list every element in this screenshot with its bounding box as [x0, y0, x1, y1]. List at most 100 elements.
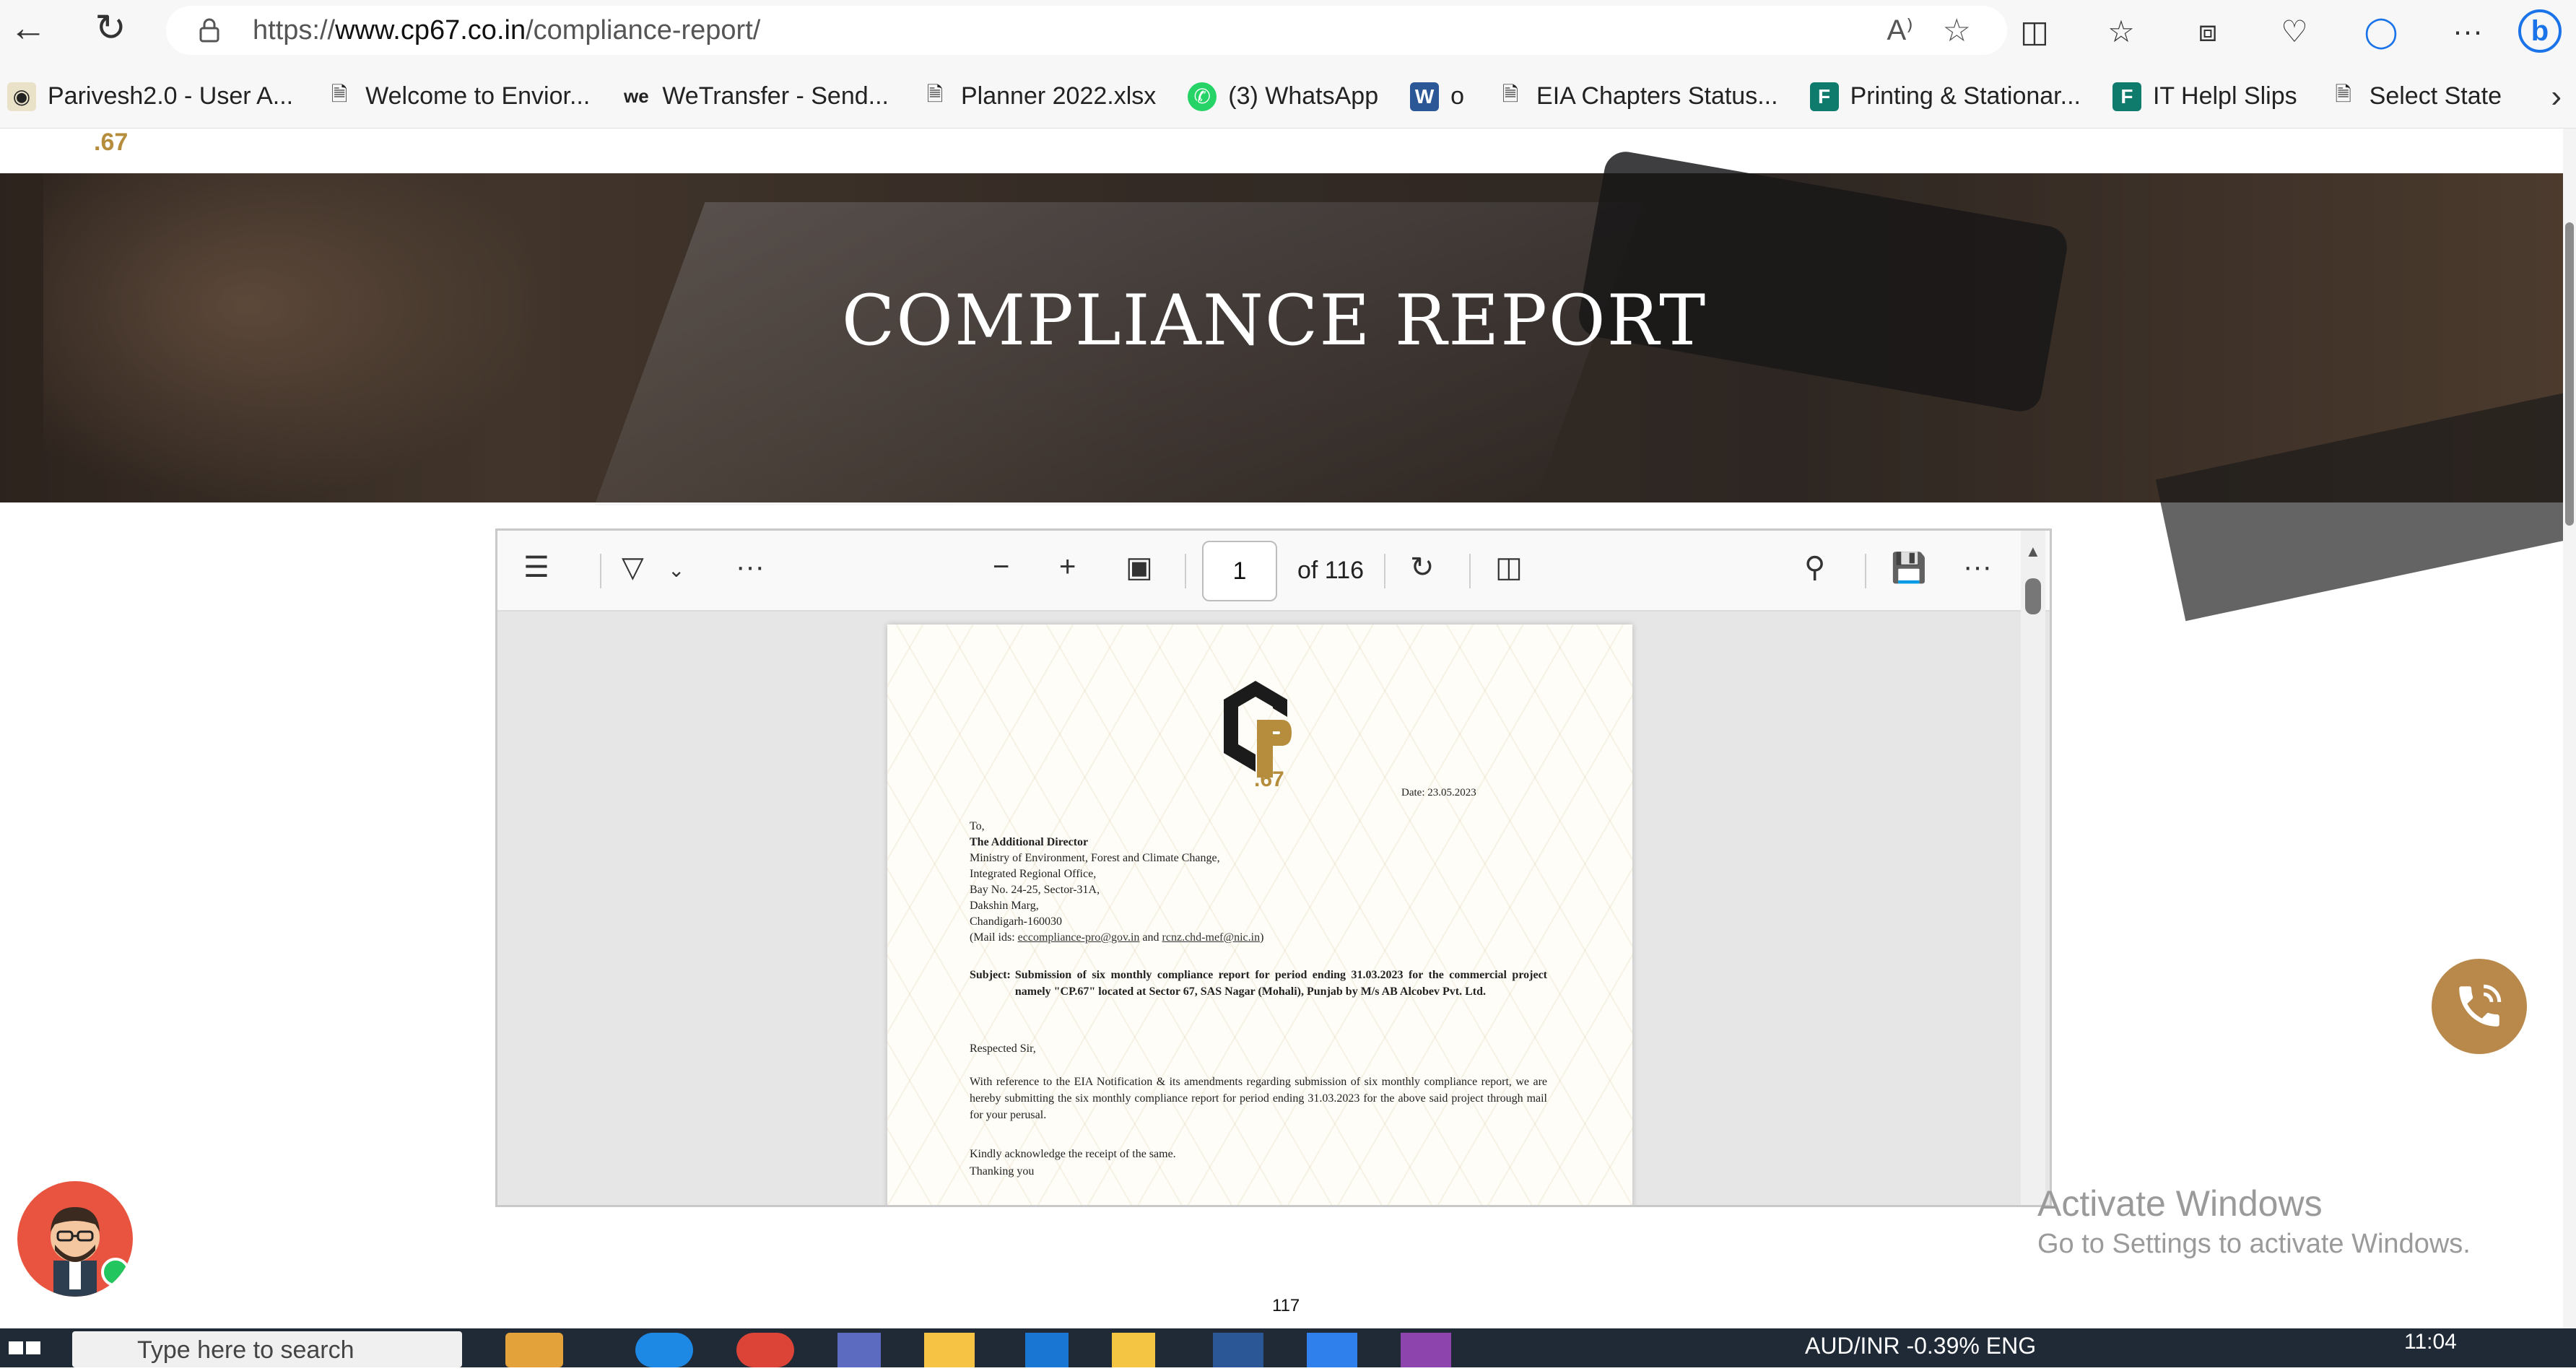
page-icon: 🗎: [2335, 82, 2351, 105]
bookmark-word[interactable]: Wo: [1410, 82, 1464, 111]
search-icon[interactable]: ⚲: [1804, 551, 1825, 584]
edge-icon[interactable]: ◯: [2338, 14, 2424, 49]
address-bar[interactable]: https://www.cp67.co.in/compliance-report…: [166, 6, 2007, 55]
address-line: Integrated Regional Office,: [970, 868, 1097, 880]
email-link[interactable]: rcnz.chd-mef@nic.in: [1162, 931, 1261, 944]
bookmark-label: EIA Chapters Status...: [1536, 82, 1778, 110]
chevron-right-icon[interactable]: ›: [2551, 79, 2562, 115]
bookmark-wetransfer[interactable]: we WeTransfer - Send...: [622, 82, 889, 111]
page-title: COMPLIANCE REPORT: [841, 280, 1707, 361]
bookmark-it-help[interactable]: F IT Helpl Slips: [2112, 82, 2297, 111]
call-button[interactable]: [2432, 959, 2527, 1054]
briefcase-icon[interactable]: [505, 1333, 563, 1367]
more-icon[interactable]: ···: [2424, 14, 2511, 48]
whatsapp-icon: ✆: [1188, 82, 1217, 111]
letter-thanks: Thanking you: [970, 1165, 1035, 1178]
toolbar-icons: ◫ ☆ ⧈ ♡ ◯ ··· b: [1991, 6, 2562, 56]
chevron-down-icon[interactable]: ⌄: [668, 558, 684, 582]
email-link[interactable]: eccompliance-pro@gov.in: [1018, 931, 1140, 944]
bookmark-select-state[interactable]: 🗎 Select State: [2329, 82, 2502, 111]
browser-essentials-icon[interactable]: ♡: [2251, 14, 2338, 49]
browser-toolbar: ← ↻ https://www.cp67.co.in/compliance-re…: [0, 0, 2576, 65]
taskbar-search-input[interactable]: Type here to search: [72, 1331, 462, 1367]
taskbar-clock[interactable]: 11:04: [2404, 1330, 2457, 1354]
bookmark-label: Select State: [2369, 82, 2502, 110]
app-icon[interactable]: [1401, 1333, 1451, 1367]
save-icon[interactable]: 💾: [1891, 551, 1927, 585]
pdf-toolbar: ☰ ▽ ⌄ ··· − + ▣ 1 of 116 ↻ ◫ ⚲ 💾 ···: [497, 531, 2050, 611]
letter-body: With reference to the EIA Notification &…: [970, 1076, 1547, 1121]
letter-date: Date: 23.05.2023: [1401, 787, 1476, 798]
bookmark-parivesh[interactable]: ◉ Parivesh2.0 - User A...: [7, 82, 293, 111]
highlight-icon[interactable]: ▽: [622, 551, 644, 584]
bookmark-printing[interactable]: F Printing & Stationar...: [1809, 82, 2081, 111]
bookmark-label: Planner 2022.xlsx: [960, 82, 1157, 110]
page-view-icon[interactable]: ◫: [1495, 551, 1523, 584]
toolbar-divider: [1865, 554, 1866, 588]
bookmark-eia[interactable]: 🗎 EIA Chapters Status...: [1496, 82, 1778, 111]
file-explorer-icon[interactable]: [924, 1333, 975, 1367]
forms-icon: F: [1809, 82, 1839, 111]
edge-browser-icon[interactable]: [635, 1333, 693, 1367]
zoom-out-icon[interactable]: −: [993, 551, 1009, 583]
chat-avatar[interactable]: [17, 1181, 133, 1297]
page-count: of 116: [1297, 557, 1365, 584]
teams-app-icon[interactable]: [1307, 1333, 1357, 1367]
zoom-in-icon[interactable]: +: [1059, 551, 1076, 583]
more-options-icon[interactable]: ···: [1963, 551, 1992, 583]
word-app-icon[interactable]: [1213, 1333, 1263, 1367]
pdf-scrollbar[interactable]: ▲: [2021, 531, 2045, 1205]
rotate-icon[interactable]: ↻: [1410, 551, 1435, 584]
scroll-thumb[interactable]: [2025, 578, 2041, 614]
table-of-contents-icon[interactable]: ☰: [523, 551, 549, 584]
fit-width-icon[interactable]: ▣: [1126, 551, 1153, 584]
pdf-page-number: 117: [1272, 1296, 1300, 1315]
site-logo-partial[interactable]: .67: [94, 129, 128, 157]
windows-taskbar: Type here to search AUD/INR -0.39% ENG 1…: [0, 1328, 2576, 1367]
folder-icon[interactable]: [1112, 1333, 1155, 1367]
url-text[interactable]: https://www.cp67.co.in/compliance-report…: [253, 15, 760, 46]
letter-salutation: Respected Sir,: [970, 1043, 1036, 1055]
online-status-dot: [101, 1258, 130, 1287]
page-icon: 🗎: [331, 82, 348, 105]
pdf-page: .67 Date: 23.05.2023 To, The Additional …: [887, 624, 1632, 1205]
letter-addressee: The Additional Director: [970, 836, 1089, 848]
bookmark-planner[interactable]: 🗎 Planner 2022.xlsx: [921, 82, 1157, 111]
scroll-up-icon[interactable]: ▲: [2025, 542, 2041, 561]
read-aloud-icon[interactable]: A⁾: [1887, 14, 1913, 47]
subject-text: Submission of six monthly compliance rep…: [1014, 969, 1547, 998]
page-scrollbar[interactable]: [2563, 129, 2576, 1328]
bookmark-whatsapp[interactable]: ✆ (3) WhatsApp: [1188, 82, 1378, 111]
toolbar-divider: [1469, 554, 1471, 588]
system-tray[interactable]: AUD/INR -0.39% ENG: [1805, 1333, 2036, 1359]
pdf-viewer: ☰ ▽ ⌄ ··· − + ▣ 1 of 116 ↻ ◫ ⚲ 💾 ··· ▲ .…: [495, 528, 2052, 1207]
mail-prefix: (Mail ids:: [970, 931, 1018, 944]
windows-start-icon[interactable]: [7, 1333, 58, 1367]
reload-icon[interactable]: ↻: [85, 3, 136, 53]
bing-copilot-icon[interactable]: b: [2518, 9, 2562, 53]
page-icon: 🗎: [1502, 82, 1519, 105]
bookmark-label: Welcome to Envior...: [365, 82, 591, 110]
media-player-icon[interactable]: [1025, 1333, 1069, 1367]
phone-icon: [2459, 984, 2502, 1027]
scroll-thumb[interactable]: [2565, 222, 2574, 526]
forms-icon: F: [2112, 82, 2141, 111]
lock-icon[interactable]: [195, 16, 224, 45]
mail-suffix: ): [1260, 931, 1264, 944]
collections-icon[interactable]: ⧈: [2164, 14, 2251, 49]
address-line: Dakshin Marg,: [970, 900, 1039, 912]
chrome-icon[interactable]: [736, 1333, 794, 1367]
url-path: /compliance-report/: [526, 14, 761, 45]
bookmark-label: (3) WhatsApp: [1228, 82, 1379, 110]
favorites-icon[interactable]: ☆: [2078, 14, 2164, 49]
page-number-input[interactable]: 1: [1202, 541, 1277, 601]
bookmark-label: o: [1450, 82, 1465, 110]
split-screen-icon[interactable]: ◫: [1991, 14, 2078, 49]
bookmark-label: Parivesh2.0 - User A...: [48, 82, 294, 110]
bookmark-welcome[interactable]: 🗎 Welcome to Envior...: [325, 82, 590, 111]
back-arrow-icon[interactable]: ←: [3, 3, 53, 53]
favorite-star-icon[interactable]: ☆: [1943, 12, 1971, 49]
calculator-icon[interactable]: [837, 1333, 881, 1367]
more-options-icon[interactable]: ···: [736, 551, 765, 583]
page-icon: 🗎: [926, 82, 944, 105]
